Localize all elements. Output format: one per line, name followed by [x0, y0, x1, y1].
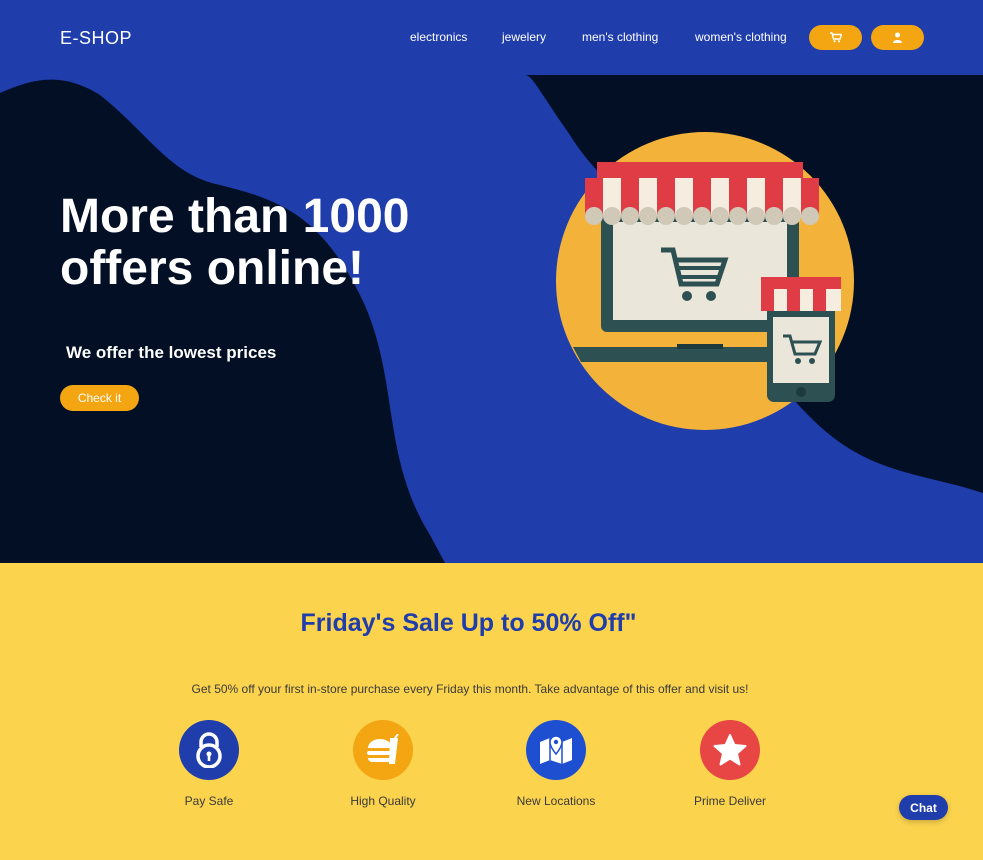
- navbar: E-SHOP electronics jewelery men's clothi…: [0, 0, 983, 75]
- feature-label: Pay Safe: [184, 794, 234, 808]
- feature-label: New Locations: [516, 794, 596, 808]
- star-icon: [713, 734, 747, 766]
- nav-link-womens-clothing[interactable]: women's clothing: [695, 30, 787, 44]
- user-button[interactable]: [871, 25, 924, 50]
- feature-label: High Quality: [350, 794, 416, 808]
- cart-icon: [829, 32, 842, 43]
- feature-pay-safe: Pay Safe: [149, 720, 269, 808]
- cart-button[interactable]: [809, 25, 862, 50]
- nav-link-jewelery[interactable]: jewelery: [502, 30, 546, 44]
- map-icon: [540, 735, 572, 764]
- sale-title: Friday's Sale Up to 50% Off": [300, 609, 637, 637]
- burger-icon: [367, 734, 399, 764]
- sale-description: Get 50% off your first in-store purchase…: [191, 682, 749, 696]
- pay-safe-badge: [179, 720, 239, 780]
- new-locations-badge: [526, 720, 586, 780]
- hero-title: More than 1000 offers online!: [60, 190, 410, 295]
- prime-deliver-badge: [700, 720, 760, 780]
- feature-new-locations: New Locations: [496, 720, 616, 808]
- user-icon: [893, 32, 902, 43]
- nav-link-mens-clothing[interactable]: men's clothing: [582, 30, 658, 44]
- brand-logo[interactable]: E-SHOP: [60, 28, 132, 49]
- hero-banner: More than 1000 offers online! We offer t…: [0, 75, 983, 563]
- feature-prime-deliver: Prime Deliver: [670, 720, 790, 808]
- online-shop-illustration: [556, 132, 854, 430]
- high-quality-badge: [353, 720, 413, 780]
- chat-button[interactable]: Chat: [899, 795, 948, 820]
- lock-icon: [196, 732, 222, 768]
- feature-high-quality: High Quality: [323, 720, 443, 808]
- feature-label: Prime Deliver: [693, 794, 766, 808]
- check-it-button[interactable]: Check it: [60, 385, 139, 411]
- sale-section: Friday's Sale Up to 50% Off" Get 50% off…: [0, 563, 983, 860]
- hero-subtitle: We offer the lowest prices: [66, 343, 277, 362]
- nav-link-electronics[interactable]: electronics: [410, 30, 467, 44]
